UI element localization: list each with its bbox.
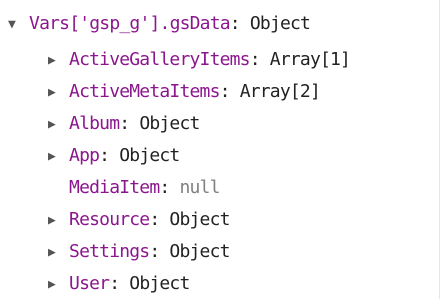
property-key: ActiveMetaItems [69,81,220,102]
property-key: MediaItem [69,177,160,198]
root-key: Vars['gsp_g'].gsData [29,13,231,34]
separator: : [99,145,120,166]
separator: : [159,177,180,198]
property-value: Object [139,113,200,134]
property-key: App [69,145,100,166]
collapsed-triangle-icon[interactable]: ▶ [44,205,59,237]
tree-node-activegalleryitems[interactable]: ▶ ActiveGalleryItems: Array[1] [44,44,351,77]
root-value: Object [249,13,311,34]
property-value: Object [169,241,230,262]
property-value: Object [119,145,180,166]
property-key: Album [69,113,120,134]
tree-node-album[interactable]: ▶ Album: Object [44,108,200,140]
separator: : [109,273,130,294]
separator: : [229,13,250,34]
property-value: Array[2] [239,81,321,102]
collapsed-triangle-icon[interactable]: ▶ [44,109,59,141]
separator: : [119,113,140,134]
property-key: ActiveGalleryItems [69,49,250,70]
separator: : [219,81,240,102]
property-key: User [69,273,110,294]
separator: : [149,209,170,230]
tree-node-mediaitem: MediaItem: null [44,172,220,204]
property-key: Resource [69,209,150,230]
collapsed-triangle-icon[interactable]: ▶ [44,237,59,269]
separator: : [249,49,270,70]
collapsed-triangle-icon[interactable]: ▶ [44,269,59,299]
property-key: Settings [69,241,150,262]
separator: : [149,241,170,262]
collapsed-triangle-icon[interactable]: ▶ [44,141,59,173]
property-value-null: null [179,177,220,198]
tree-root-row[interactable]: ▼ Vars['gsp_g'].gsData: Object [4,8,311,41]
property-value: Object [169,209,230,230]
tree-node-resource[interactable]: ▶ Resource: Object [44,204,230,236]
expanded-triangle-icon[interactable]: ▼ [4,9,19,41]
tree-node-settings[interactable]: ▶ Settings: Object [44,236,230,268]
console-object-tree: ▼ Vars['gsp_g'].gsData: Object ▶ ActiveG… [0,0,440,299]
tree-node-app[interactable]: ▶ App: Object [44,140,180,173]
property-value: Array[1] [269,49,351,70]
collapsed-triangle-icon[interactable]: ▶ [44,45,59,77]
tree-node-user[interactable]: ▶ User: Object [44,268,190,299]
tree-node-activemetaitems[interactable]: ▶ ActiveMetaItems: Array[2] [44,76,321,109]
property-value: Object [129,273,190,294]
collapsed-triangle-icon[interactable]: ▶ [44,77,59,109]
